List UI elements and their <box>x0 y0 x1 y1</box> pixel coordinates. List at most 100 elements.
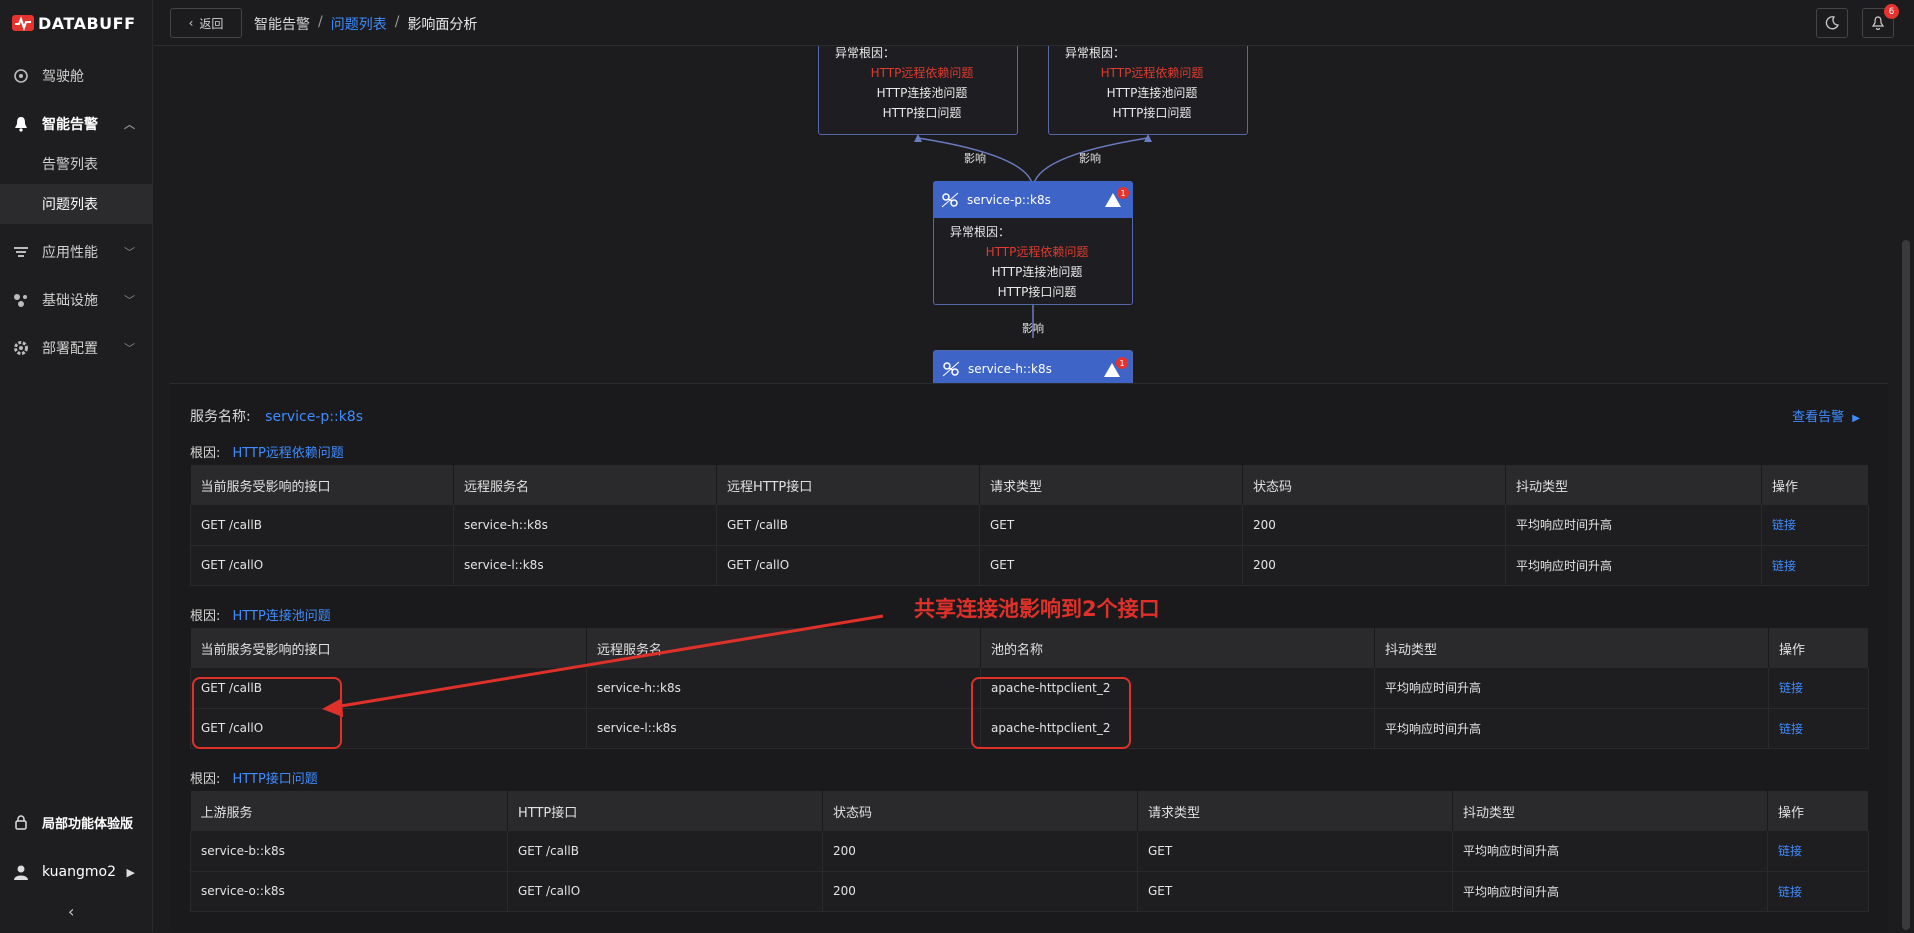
lock-icon <box>12 813 30 831</box>
chevron-down-icon: ﹀ <box>124 342 135 355</box>
apm-icon <box>12 243 30 261</box>
graph-node-service-p[interactable]: service-p::k8s 1 异常根因： HTTP远程依赖问题 HTTP连接… <box>933 181 1133 305</box>
table-cell: GET <box>979 505 1243 546</box>
sidebar-item-infra[interactable]: 基础设施 ﹀ <box>0 280 153 320</box>
table-header: 远程服务名 <box>453 465 717 505</box>
notifications-button[interactable]: 6 <box>1862 4 1899 38</box>
table-cell: 平均响应时间升高 <box>1374 668 1769 709</box>
sidebar-subitem-label: 告警列表 <box>42 157 98 173</box>
cause-prefix: 根因: <box>190 609 221 624</box>
user-menu[interactable]: kuangmo2 ▶ <box>0 852 153 892</box>
table-cell: GET <box>1137 831 1453 872</box>
table-cell: 200 <box>1242 545 1506 586</box>
notification-badge: 6 <box>1884 4 1899 19</box>
back-label: 返回 <box>199 16 224 31</box>
sidebar-item-alerts[interactable]: 智能告警 ︿ <box>0 104 153 144</box>
row-link[interactable]: 链接 <box>1767 871 1869 912</box>
row-link[interactable]: 链接 <box>1768 668 1869 709</box>
theme-toggle-button[interactable] <box>1816 8 1848 38</box>
table-cell: 平均响应时间升高 <box>1505 505 1762 546</box>
gear-icon <box>12 339 30 357</box>
node-name: service-p::k8s <box>967 192 1051 207</box>
http-interface-table: 上游服务 HTTP接口 状态码 请求类型 抖动类型 操作 service-b::… <box>190 791 1869 912</box>
sidebar-subitem-alert-list[interactable]: 告警列表 <box>0 144 153 184</box>
view-alerts-link[interactable]: 查看告警 ▶ <box>1792 406 1860 425</box>
bell-icon <box>12 115 30 133</box>
table-header: 上游服务 <box>190 791 508 831</box>
infra-icon <box>12 291 30 309</box>
cause-link[interactable]: HTTP连接池问题 <box>233 609 331 624</box>
table-header: 操作 <box>1761 465 1869 505</box>
table-header: 抖动类型 <box>1452 791 1768 831</box>
annotation-highlight-interfaces <box>192 677 342 749</box>
databuff-logo-icon <box>12 15 34 32</box>
cause-link[interactable]: HTTP远程依赖问题 <box>233 446 344 461</box>
detail-panel: 服务名称: service-p::k8s 查看告警 ▶ 根因: HTTP远程依赖… <box>170 383 1888 932</box>
table-row: GET /callO service-l::k8s GET /callO GET… <box>190 545 1869 586</box>
table-row: GET /callB service-h::k8s GET /callB GET… <box>190 505 1869 546</box>
table-cell: service-l::k8s <box>453 545 717 586</box>
breadcrumb-item[interactable]: 智能告警 <box>254 14 310 34</box>
sidebar: DATABUFF 驾驶舱 智能告警 ︿ 告警列表 问题列表 应用性能 ﹀ 基础设… <box>0 0 153 932</box>
cause-item: HTTP连接池问题 <box>991 265 1083 279</box>
cause-item: HTTP连接池问题 <box>1106 86 1198 100</box>
sidebar-item-deploy-config[interactable]: 部署配置 ﹀ <box>0 328 153 368</box>
table-header: HTTP接口 <box>507 791 823 831</box>
graph-node-upstream-left[interactable]: 异常根因： HTTP远程依赖问题 HTTP连接池问题 HTTP接口问题 <box>818 46 1018 135</box>
annotation-text: 共享连接池影响到2个接口 <box>914 597 1160 621</box>
breadcrumb: 智能告警 / 问题列表 / 影响面分析 <box>254 14 477 34</box>
table-cell: 平均响应时间升高 <box>1374 708 1769 749</box>
table-cell: 平均响应时间升高 <box>1452 871 1768 912</box>
table-header: 远程HTTP接口 <box>716 465 980 505</box>
logo[interactable]: DATABUFF <box>12 10 136 36</box>
cause-link[interactable]: HTTP接口问题 <box>233 772 318 787</box>
cause-prefix: 根因: <box>190 772 221 787</box>
graph-node-service-h[interactable]: service-h::k8s 1 <box>933 350 1133 383</box>
table-cell: 平均响应时间升高 <box>1505 545 1762 586</box>
table-header: 请求类型 <box>1137 791 1453 831</box>
caret-right-icon: ▶ <box>1852 413 1860 424</box>
moon-icon <box>1825 16 1839 30</box>
table-header: 操作 <box>1767 791 1869 831</box>
sidebar-subitem-label: 问题列表 <box>42 197 98 213</box>
row-link[interactable]: 链接 <box>1768 708 1869 749</box>
table-cell: GET /callB <box>190 505 454 546</box>
table-cell: GET /callO <box>507 871 823 912</box>
row-link[interactable]: 链接 <box>1761 545 1869 586</box>
table-row: service-o::k8s GET /callO 200 GET 平均响应时间… <box>190 871 1869 912</box>
page-scrollbar[interactable] <box>1902 240 1910 930</box>
row-link[interactable]: 链接 <box>1761 505 1869 546</box>
table-cell: GET /callB <box>716 505 980 546</box>
impact-graph[interactable]: 异常根因： HTTP远程依赖问题 HTTP连接池问题 HTTP接口问题 异常根因… <box>170 46 1890 383</box>
sidebar-item-apm[interactable]: 应用性能 ﹀ <box>0 232 153 272</box>
sidebar-subitem-problem-list[interactable]: 问题列表 <box>0 184 153 224</box>
service-icon <box>942 361 960 376</box>
cockpit-icon <box>12 67 30 85</box>
chevron-down-icon: ﹀ <box>124 246 135 259</box>
sidebar-item-trial[interactable]: 局部功能体验版 <box>0 802 153 842</box>
sidebar-item-cockpit[interactable]: 驾驶舱 <box>0 56 153 96</box>
cause-prefix: 根因: <box>190 446 221 461</box>
breadcrumb-item[interactable]: 问题列表 <box>331 14 387 34</box>
cause-item: HTTP连接池问题 <box>876 86 968 100</box>
logo-text: DATABUFF <box>38 13 136 33</box>
table-cell: service-h::k8s <box>453 505 717 546</box>
row-link[interactable]: 链接 <box>1767 831 1869 872</box>
table-cell: 200 <box>822 871 1138 912</box>
graph-node-upstream-right[interactable]: 异常根因： HTTP远程依赖问题 HTTP连接池问题 HTTP接口问题 <box>1048 46 1248 135</box>
service-name-link[interactable]: service-p::k8s <box>265 409 363 425</box>
collapse-sidebar-icon[interactable]: ‹ <box>68 902 74 921</box>
cause-item: HTTP接口问题 <box>882 106 962 120</box>
chevron-up-icon: ︿ <box>124 118 135 131</box>
table-cell: service-l::k8s <box>586 708 981 749</box>
table-header: 当前服务受影响的接口 <box>190 628 587 668</box>
breadcrumb-separator: / <box>318 14 323 30</box>
root-cause-title: 异常根因： <box>950 225 1011 239</box>
table-header: 抖动类型 <box>1505 465 1762 505</box>
table-header: 状态码 <box>822 791 1138 831</box>
back-button[interactable]: ‹ 返回 <box>170 8 242 38</box>
view-alerts-label: 查看告警 <box>1792 410 1845 425</box>
user-avatar-icon <box>12 863 30 881</box>
table-cell: service-b::k8s <box>190 831 508 872</box>
service-name-line: 服务名称: service-p::k8s <box>190 406 363 426</box>
